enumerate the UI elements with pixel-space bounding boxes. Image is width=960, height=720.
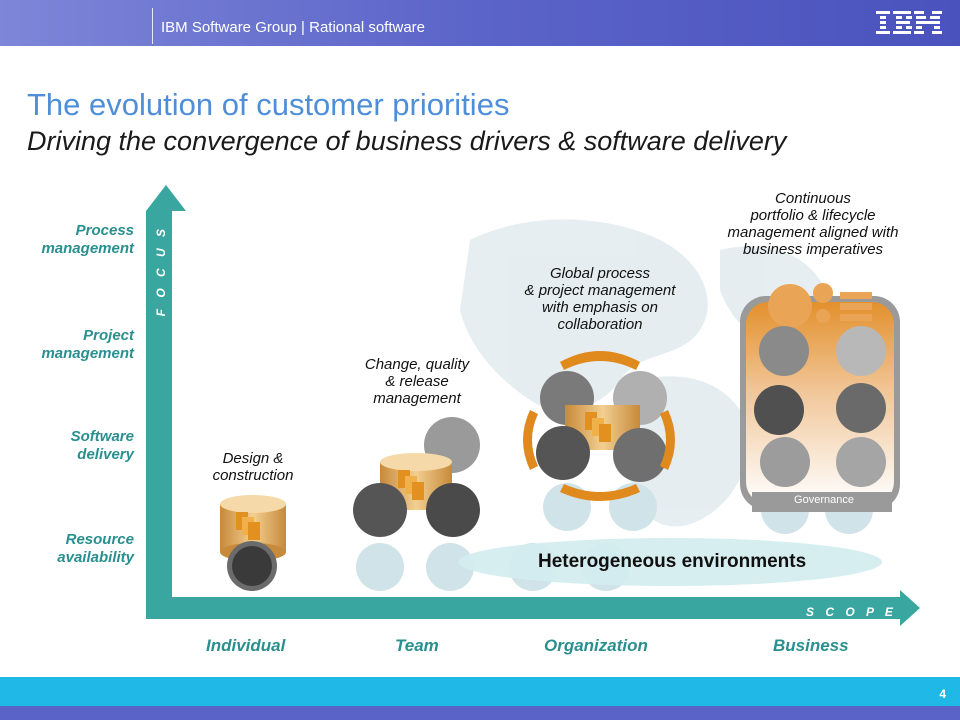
ylabel-line: Software <box>70 428 134 445</box>
caption-line: Global process <box>549 265 651 282</box>
ylabel-line: Process <box>75 222 134 239</box>
caption-organization: Global process & project management with… <box>490 265 710 333</box>
caption-line: management <box>373 390 461 407</box>
xlabel-team: Team <box>395 636 439 655</box>
scope-axis-label: S C O P E <box>806 605 897 619</box>
caption-line: with emphasis on <box>542 299 658 316</box>
ylabel-process-management: Process management <box>10 222 134 258</box>
ylabel-project-management: Project management <box>10 327 134 363</box>
caption-line: construction <box>212 467 294 484</box>
caption-line: & release <box>385 373 449 390</box>
page-number: 4 <box>939 687 946 701</box>
focus-axis-label: F O C U S <box>154 225 168 317</box>
ylabel-line: availability <box>57 549 134 566</box>
ylabel-resource-availability: Resource availability <box>10 531 134 567</box>
footer-strip <box>0 706 960 720</box>
ylabel-line: management <box>41 240 134 257</box>
individual-stack <box>220 495 286 591</box>
ylabel-software-delivery: Software delivery <box>10 428 134 464</box>
caption-individual: Design & construction <box>193 450 313 484</box>
caption-line: Change, quality <box>364 356 470 373</box>
ylabel-line: Project <box>83 327 134 344</box>
ylabel-line: delivery <box>77 446 134 463</box>
caption-business: Continuous portfolio & lifecycle managem… <box>700 190 926 258</box>
heterogeneous-environments-label: Heterogeneous environments <box>538 551 807 572</box>
caption-line: & project management <box>524 282 676 299</box>
caption-line: Design & <box>222 450 284 467</box>
governance-label: Governance <box>794 494 854 506</box>
xlabel-organization: Organization <box>544 636 648 655</box>
caption-line: business imperatives <box>742 241 884 258</box>
ylabel-line: Resource <box>65 531 134 548</box>
xlabel-individual: Individual <box>206 636 286 655</box>
team-stack <box>353 417 480 537</box>
governance-box <box>740 283 900 512</box>
caption-team: Change, quality & release management <box>342 356 492 407</box>
ylabel-line: management <box>41 345 134 362</box>
caption-line: collaboration <box>557 316 643 333</box>
caption-line: portfolio & lifecycle <box>750 207 876 224</box>
caption-line: management aligned with <box>727 224 899 241</box>
caption-line: Continuous <box>775 190 851 207</box>
xlabel-business: Business <box>773 636 849 655</box>
